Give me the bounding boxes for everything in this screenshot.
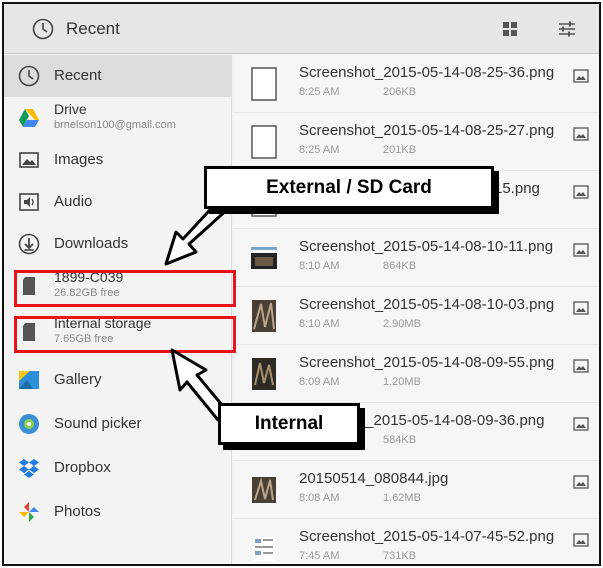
internal-callout: Internal (218, 403, 360, 445)
annotation-arrows (164, 197, 231, 422)
app-window: Recent Recent Drive brnelson100@gmail.co… (2, 2, 601, 566)
external-sd-card-callout: External / SD Card (204, 166, 494, 209)
